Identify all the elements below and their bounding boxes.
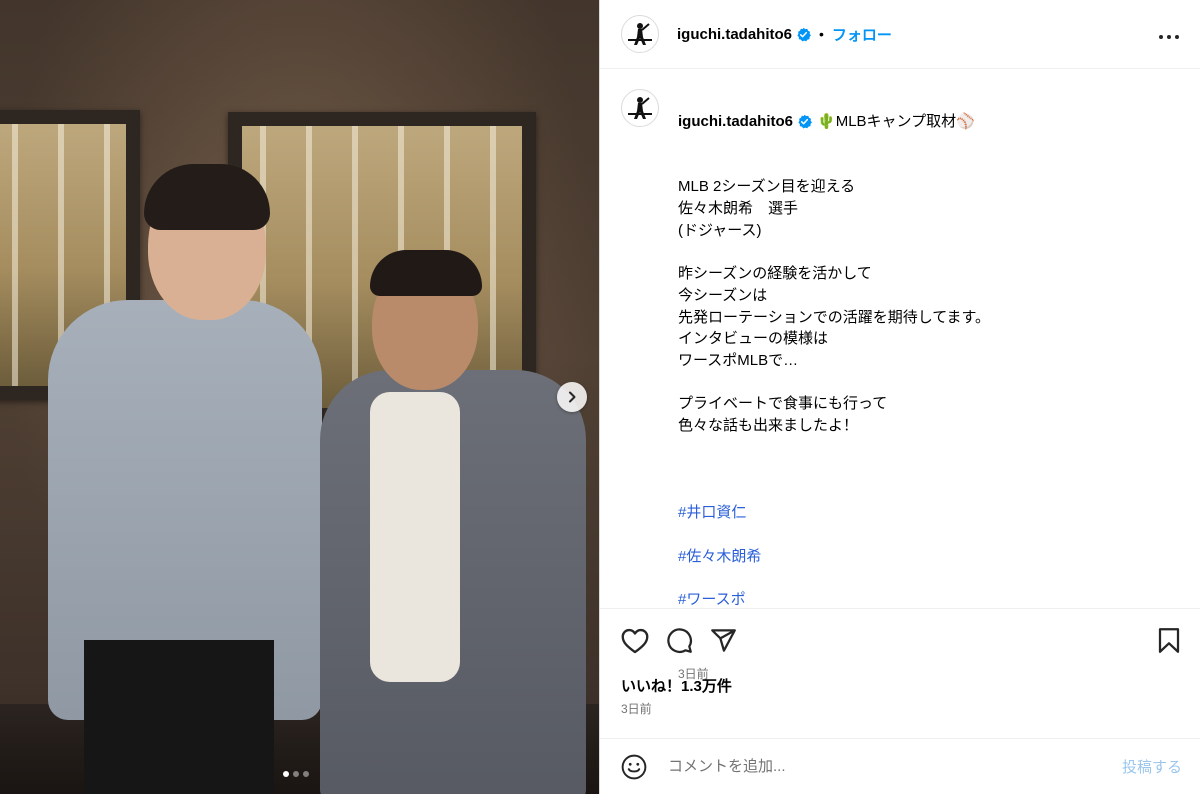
- caption-title: 🌵MLBキャンプ取材⚾: [817, 112, 975, 130]
- bookmark-icon: [1158, 628, 1180, 653]
- caption-text: MLB 2シーズン目を迎える 佐々木朗希 選手 (ドジャース) 昨シーズンの経験…: [678, 178, 991, 435]
- verified-badge-icon: [796, 27, 811, 42]
- more-options-icon: [1159, 34, 1179, 39]
- like-count[interactable]: いいね！1.3万件: [621, 675, 732, 696]
- photo-person-right-hair: [370, 250, 482, 296]
- post-timestamp[interactable]: 3日前: [621, 700, 652, 717]
- emoji-icon: [621, 754, 647, 779]
- next-slide-button[interactable]: [557, 382, 587, 412]
- avatar-icon: [628, 23, 652, 45]
- caption-avatar[interactable]: [621, 89, 659, 127]
- caption-username[interactable]: iguchi.tadahito6: [678, 111, 793, 133]
- comment-button[interactable]: [664, 626, 694, 656]
- verified-badge-icon: [797, 114, 812, 129]
- post-details-panel: iguchi.tadahito6 • フォロー iguchi.tadahito6…: [599, 0, 1200, 794]
- avatar-icon: [628, 97, 652, 119]
- header-separator: •: [819, 26, 824, 42]
- share-button[interactable]: [708, 626, 738, 656]
- save-button[interactable]: [1154, 626, 1184, 656]
- post-comment-button[interactable]: 投稿する: [1122, 756, 1182, 777]
- comment-icon: [666, 628, 692, 654]
- carousel-dot: [283, 771, 289, 777]
- comment-input[interactable]: [668, 758, 1122, 775]
- avatar[interactable]: [621, 15, 659, 53]
- action-bar: [600, 608, 1200, 672]
- more-options-button[interactable]: [1158, 23, 1180, 46]
- carousel-indicator: [283, 771, 309, 777]
- like-button[interactable]: [620, 626, 650, 656]
- chevron-right-icon: [569, 391, 576, 403]
- emoji-button[interactable]: [620, 753, 648, 781]
- hashtag-link[interactable]: #井口資仁: [678, 502, 990, 524]
- hashtag-link[interactable]: #佐々木朗希: [678, 546, 990, 568]
- post-photo[interactable]: [0, 0, 599, 794]
- carousel-dot: [293, 771, 299, 777]
- photo-person-left-hair: [144, 164, 270, 230]
- heart-icon: [621, 628, 649, 653]
- comment-bar: 投稿する: [600, 738, 1200, 794]
- header-username[interactable]: iguchi.tadahito6: [677, 26, 792, 43]
- photo-person-right-shirt: [370, 392, 460, 682]
- follow-button[interactable]: フォロー: [832, 24, 892, 45]
- photo-person-left-legs: [84, 640, 274, 794]
- share-icon: [710, 629, 736, 652]
- post-header: iguchi.tadahito6 • フォロー: [600, 0, 1200, 69]
- carousel-dot: [303, 771, 309, 777]
